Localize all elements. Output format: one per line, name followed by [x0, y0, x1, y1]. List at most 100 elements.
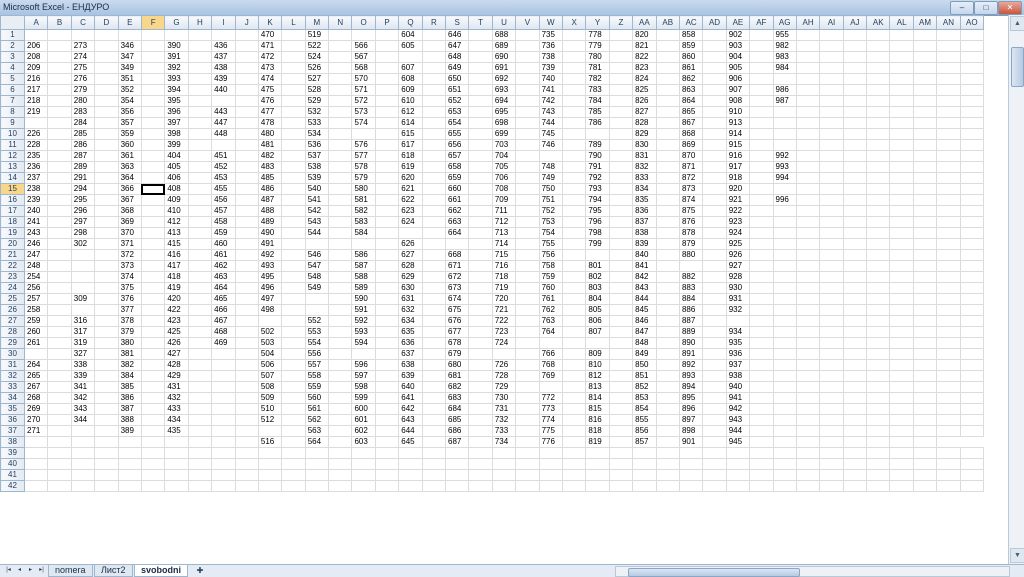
cell[interactable] — [351, 480, 376, 492]
cell[interactable]: 880 — [678, 249, 704, 261]
cell[interactable]: 778 — [585, 29, 610, 41]
cell[interactable] — [468, 293, 493, 305]
cell[interactable] — [328, 139, 353, 151]
cell[interactable] — [772, 205, 797, 217]
cell[interactable] — [702, 106, 727, 118]
cell[interactable]: 867 — [678, 117, 704, 129]
cell[interactable]: 338 — [70, 359, 96, 371]
cell[interactable] — [702, 249, 727, 261]
cell[interactable]: 497 — [257, 293, 283, 305]
cell[interactable] — [421, 183, 447, 195]
cell[interactable] — [515, 161, 540, 173]
cell[interactable] — [866, 106, 891, 118]
cell[interactable] — [959, 172, 985, 184]
cell[interactable] — [772, 458, 797, 470]
cell[interactable] — [725, 458, 751, 470]
cell[interactable]: 832 — [632, 161, 657, 173]
cell[interactable]: 579 — [351, 172, 376, 184]
cell[interactable] — [468, 128, 493, 140]
cell[interactable]: 258 — [23, 304, 49, 316]
cell[interactable] — [842, 227, 868, 239]
cell[interactable] — [702, 370, 727, 382]
cell[interactable]: 719 — [491, 282, 517, 294]
cell[interactable] — [281, 139, 306, 151]
cell[interactable] — [491, 469, 517, 481]
cell[interactable] — [140, 128, 166, 140]
cell[interactable] — [819, 183, 844, 195]
cell[interactable] — [421, 238, 447, 250]
cell[interactable] — [374, 436, 400, 448]
cell[interactable]: 849 — [632, 348, 657, 360]
cell[interactable] — [655, 84, 680, 96]
cell[interactable]: 910 — [725, 106, 751, 118]
cell[interactable] — [702, 227, 727, 239]
cell[interactable]: 512 — [257, 414, 283, 426]
cell[interactable]: 732 — [491, 414, 517, 426]
cell[interactable] — [398, 480, 423, 492]
column-header-i[interactable]: I — [211, 15, 236, 30]
cell[interactable] — [328, 381, 353, 393]
cell[interactable]: 653 — [445, 106, 470, 118]
cell[interactable] — [211, 414, 236, 426]
cell[interactable] — [281, 447, 306, 459]
cell[interactable] — [819, 51, 844, 63]
cell[interactable] — [328, 238, 353, 250]
cell[interactable] — [47, 29, 72, 41]
cell[interactable] — [515, 172, 540, 184]
row-header[interactable]: 42 — [0, 480, 25, 492]
cell[interactable] — [795, 205, 821, 217]
cell[interactable]: 428 — [164, 359, 189, 371]
cell[interactable]: 605 — [398, 40, 423, 52]
cell[interactable] — [140, 95, 166, 107]
cell[interactable] — [421, 370, 447, 382]
cell[interactable] — [94, 161, 119, 173]
cell[interactable] — [351, 447, 376, 459]
cell[interactable] — [725, 480, 751, 492]
cell[interactable] — [912, 117, 938, 129]
cell[interactable] — [795, 359, 821, 371]
column-header-m[interactable]: M — [304, 15, 330, 30]
cell[interactable]: 896 — [678, 403, 704, 415]
cell[interactable] — [421, 84, 447, 96]
cell[interactable] — [889, 260, 914, 272]
cell[interactable]: 226 — [23, 128, 49, 140]
cell[interactable] — [515, 40, 540, 52]
cell[interactable]: 819 — [585, 436, 610, 448]
cell[interactable] — [702, 359, 727, 371]
cell[interactable] — [47, 348, 72, 360]
cell[interactable] — [936, 161, 961, 173]
cell[interactable]: 593 — [351, 326, 376, 338]
cell[interactable] — [421, 150, 447, 162]
cell[interactable] — [749, 315, 774, 327]
cell[interactable] — [328, 62, 353, 74]
cell[interactable] — [515, 469, 540, 481]
cell[interactable] — [912, 51, 938, 63]
cell[interactable]: 431 — [164, 381, 189, 393]
cell[interactable]: 270 — [23, 414, 49, 426]
close-button[interactable]: ✕ — [998, 1, 1022, 15]
cell[interactable] — [398, 51, 423, 63]
cell[interactable]: 302 — [70, 238, 96, 250]
cell[interactable] — [538, 447, 563, 459]
cell[interactable] — [561, 194, 587, 206]
cell[interactable] — [655, 315, 680, 327]
cell[interactable] — [187, 469, 213, 481]
cell[interactable] — [842, 414, 868, 426]
cell[interactable] — [187, 29, 213, 41]
column-header-y[interactable]: Y — [585, 15, 610, 30]
cell[interactable] — [281, 73, 306, 85]
cell[interactable] — [468, 106, 493, 118]
cell[interactable] — [47, 425, 72, 437]
row-header[interactable]: 41 — [0, 469, 25, 481]
cell[interactable] — [655, 337, 680, 349]
cell[interactable] — [655, 106, 680, 118]
cell[interactable] — [889, 238, 914, 250]
cell[interactable] — [374, 370, 400, 382]
cell[interactable] — [421, 458, 447, 470]
column-header-u[interactable]: U — [491, 15, 517, 30]
cell[interactable] — [842, 392, 868, 404]
cell[interactable]: 371 — [117, 238, 142, 250]
cell[interactable] — [187, 414, 213, 426]
cell[interactable] — [795, 480, 821, 492]
cell[interactable] — [351, 348, 376, 360]
